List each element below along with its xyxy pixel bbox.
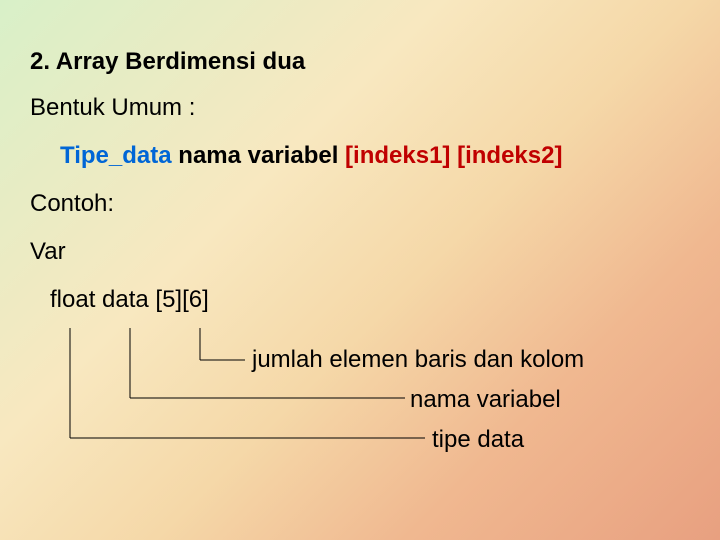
annotation-tipe-data: tipe data [432, 426, 524, 454]
declaration-example: float data [5][6] [50, 286, 690, 314]
syntax-tipe-data: Tipe_data [60, 142, 172, 169]
syntax-indeks2: [indeks2] [457, 142, 562, 169]
heading: 2. Array Berdimensi dua [30, 48, 690, 76]
label-bentuk-umum: Bentuk Umum : [30, 94, 690, 122]
annotation-jumlah-elemen: jumlah elemen baris dan kolom [252, 346, 584, 374]
label-contoh: Contoh: [30, 190, 690, 218]
annotation-block: jumlah elemen baris dan kolom nama varia… [30, 328, 690, 478]
slide: 2. Array Berdimensi dua Bentuk Umum : Ti… [0, 0, 720, 478]
syntax-indeks1: [indeks1] [345, 142, 450, 169]
label-var: Var [30, 238, 690, 266]
annotation-nama-variabel: nama variabel [410, 386, 561, 414]
syntax-nama-variabel: nama variabel [172, 142, 345, 169]
syntax-line: Tipe_data nama variabel [indeks1] [indek… [60, 142, 690, 170]
